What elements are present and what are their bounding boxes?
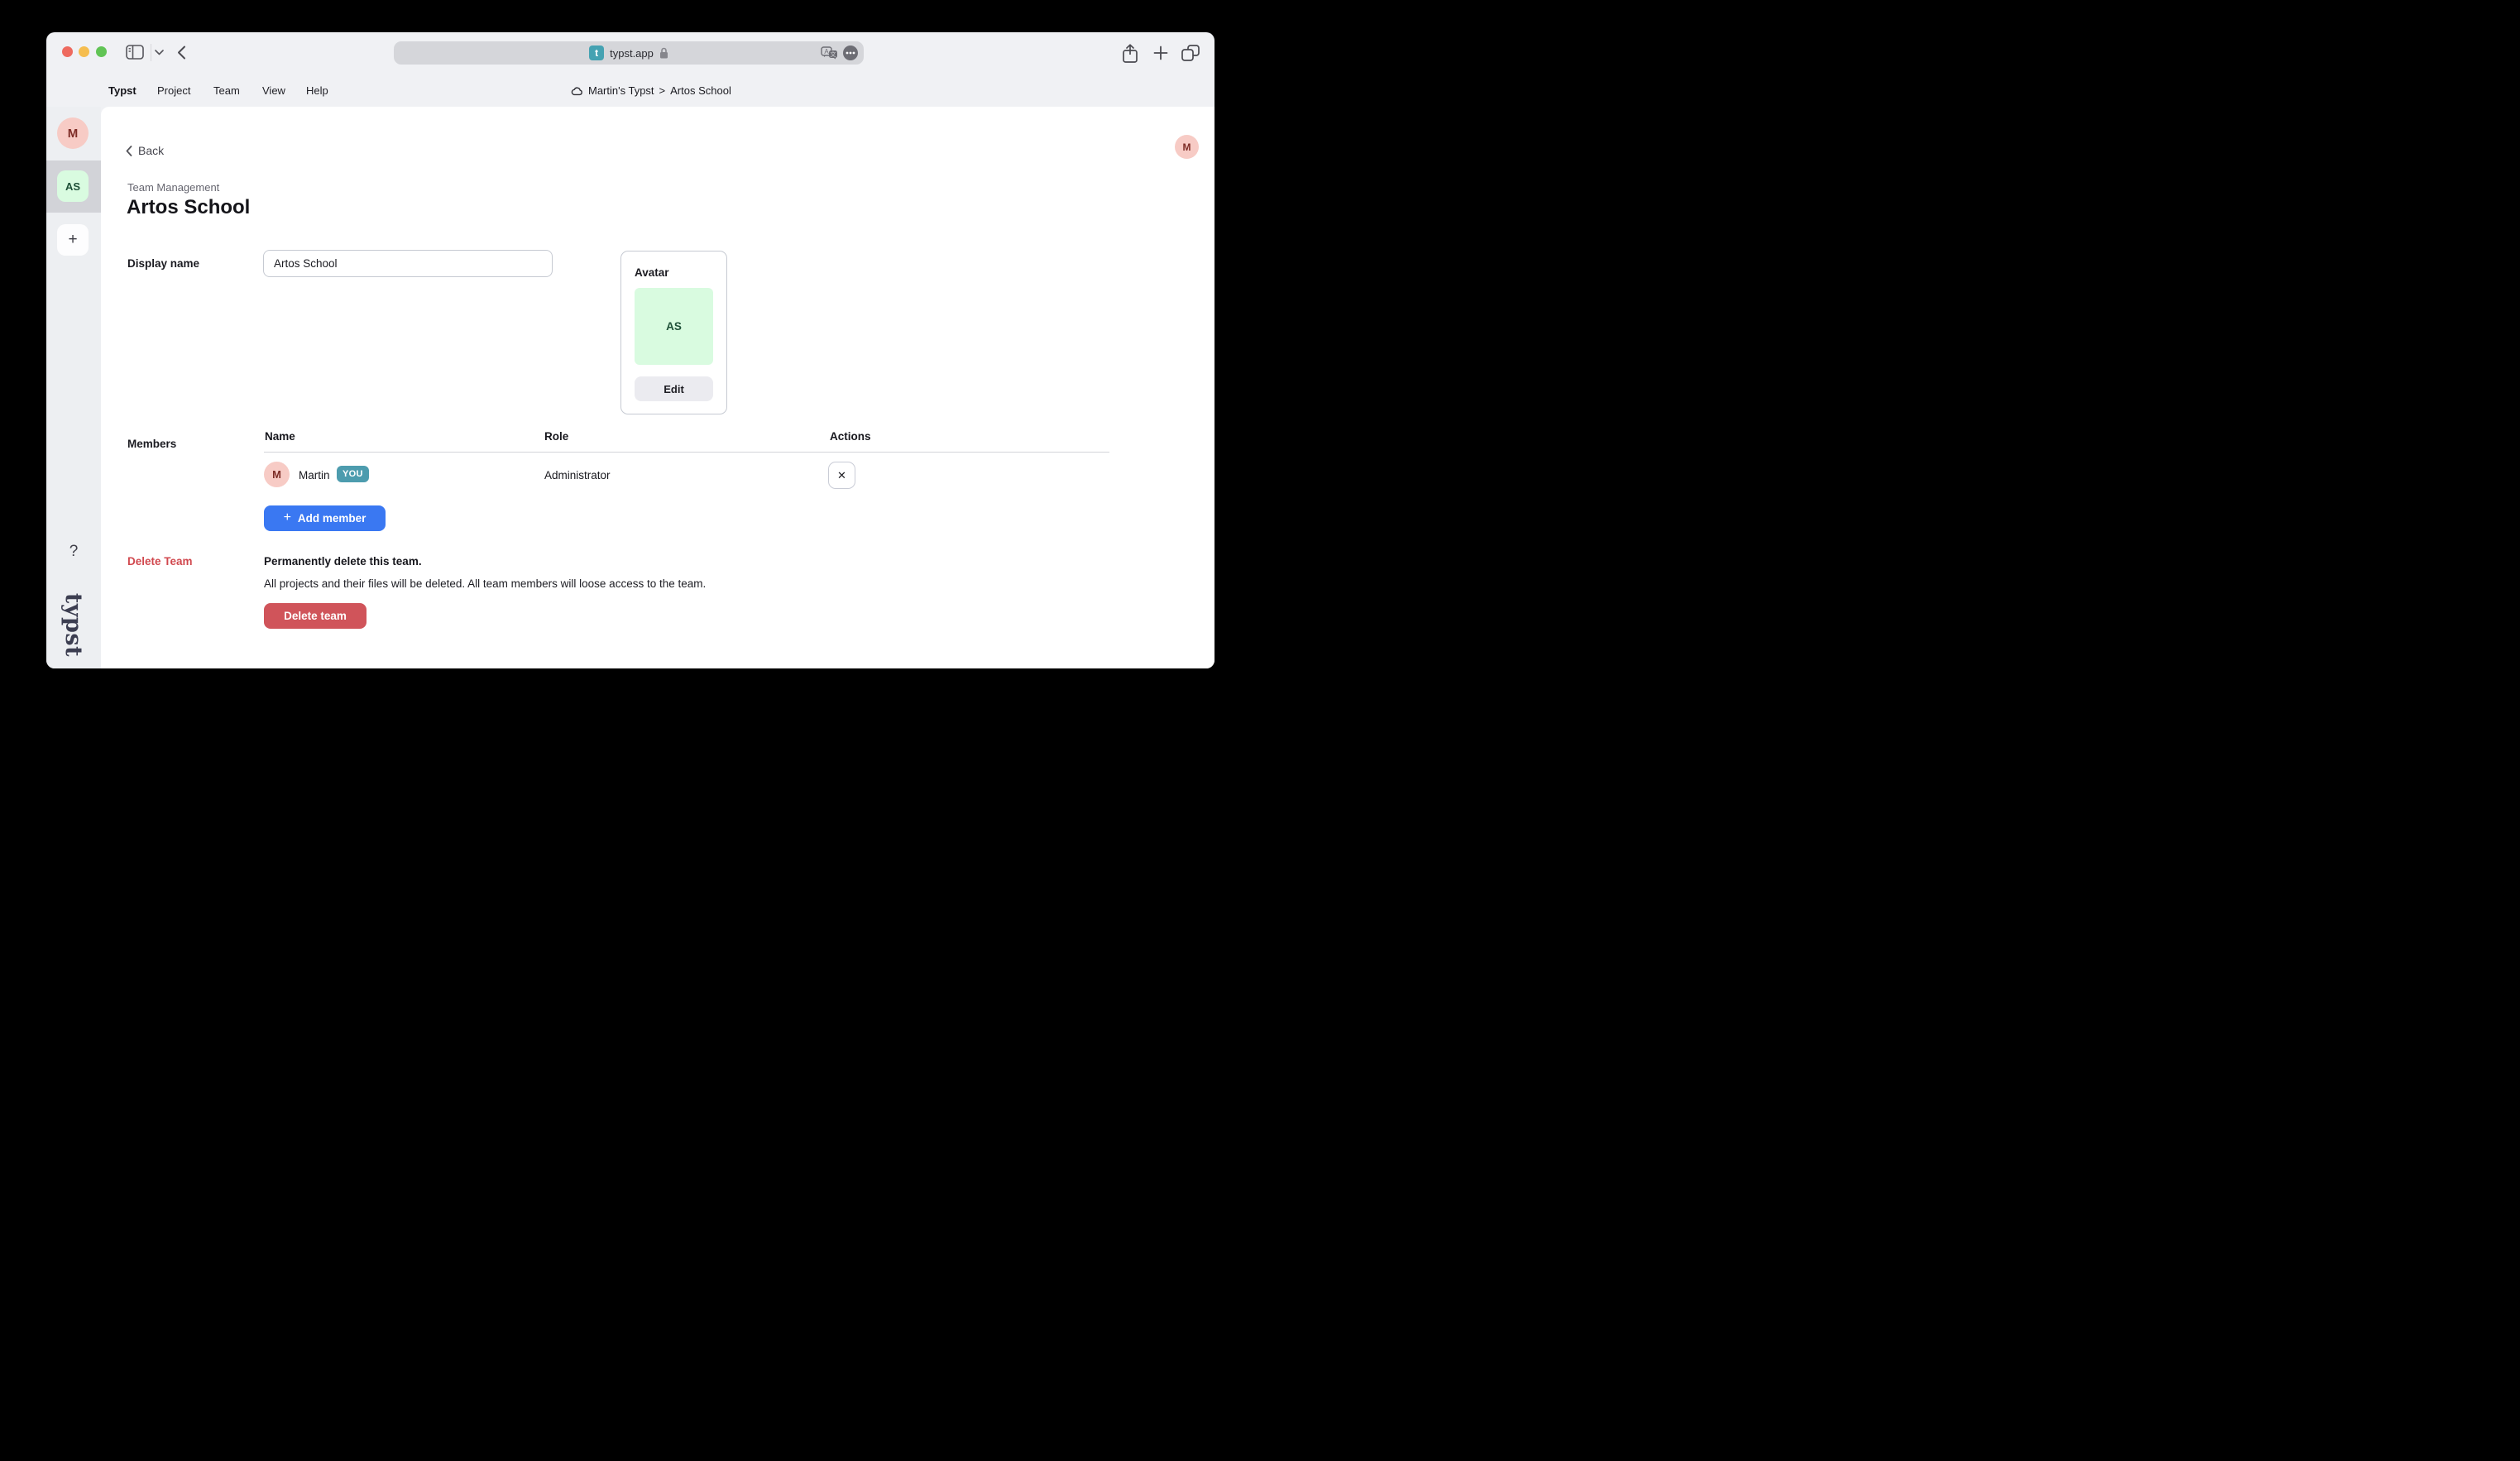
back-link[interactable]: Back (126, 144, 164, 157)
plus-icon: + (284, 510, 291, 525)
typst-logo: typst (46, 593, 101, 656)
lock-icon (659, 47, 668, 59)
add-member-button[interactable]: + Add member (264, 505, 386, 531)
site-favicon: t (589, 46, 604, 60)
close-window-button[interactable] (62, 46, 73, 57)
column-header-name: Name (265, 430, 295, 443)
page-settings-icon[interactable] (843, 46, 858, 60)
chevron-down-icon[interactable] (155, 50, 164, 55)
url-text: typst.app (610, 47, 654, 60)
team-management-page: Back Team Management Artos School Displa… (101, 107, 1214, 668)
avatar-card-label: Avatar (635, 266, 669, 279)
delete-team-button[interactable]: Delete team (264, 603, 367, 629)
translate-icon[interactable]: A 文 (821, 46, 839, 60)
page-title: Artos School (127, 196, 250, 219)
edit-avatar-button[interactable]: Edit (635, 376, 713, 401)
breadcrumb-current: Artos School (670, 84, 731, 97)
browser-back-button[interactable] (177, 46, 186, 60)
cloud-icon (570, 86, 583, 96)
workspace-selected-band: AS (46, 160, 101, 213)
svg-text:文: 文 (831, 50, 836, 58)
section-label: Team Management (127, 181, 219, 194)
delete-team-label: Delete Team (127, 555, 193, 568)
back-label: Back (138, 144, 164, 157)
browser-toolbar: t typst.app A 文 (46, 32, 1214, 74)
workspace-avatar-martin[interactable]: M (57, 117, 89, 149)
workspace-sidebar: M AS + ? typst (46, 107, 101, 668)
address-bar[interactable]: t typst.app A 文 (394, 41, 864, 65)
members-label: Members (127, 438, 176, 450)
remove-member-button[interactable]: ✕ (828, 462, 855, 489)
team-avatar: AS (635, 288, 713, 365)
chevron-left-icon (126, 146, 132, 156)
display-name-label: Display name (127, 257, 199, 270)
browser-window: t typst.app A 文 (46, 32, 1214, 668)
new-tab-icon[interactable] (1153, 46, 1168, 60)
share-icon[interactable] (1122, 43, 1138, 63)
member-avatar: M (264, 462, 290, 487)
table-header-divider (264, 452, 1109, 453)
column-header-actions: Actions (830, 430, 871, 443)
svg-text:A: A (824, 48, 829, 55)
sidebar-toggle-icon[interactable] (126, 45, 144, 60)
avatar-card: Avatar AS Edit (620, 251, 727, 414)
menu-help[interactable]: Help (306, 84, 328, 97)
breadcrumb-root[interactable]: Martin's Typst (588, 84, 654, 97)
menu-typst[interactable]: Typst (108, 84, 137, 97)
menu-view[interactable]: View (262, 84, 285, 97)
app-menubar: Typst Project Team View Help Martin's Ty… (46, 74, 1214, 107)
add-member-label: Add member (298, 512, 367, 525)
you-badge: YOU (337, 466, 369, 482)
minimize-window-button[interactable] (79, 46, 89, 57)
breadcrumb[interactable]: Martin's Typst > Artos School (570, 84, 731, 97)
delete-team-heading: Permanently delete this team. (264, 555, 422, 568)
member-name: Martin (299, 469, 330, 481)
help-icon[interactable]: ? (46, 543, 101, 561)
column-header-role: Role (544, 430, 568, 443)
delete-team-description: All projects and their files will be del… (264, 577, 706, 590)
display-name-input[interactable] (263, 250, 553, 277)
member-role: Administrator (544, 469, 611, 481)
workspace-avatar-artos-school[interactable]: AS (57, 170, 89, 202)
zoom-window-button[interactable] (96, 46, 107, 57)
close-icon: ✕ (837, 469, 846, 482)
menu-team[interactable]: Team (213, 84, 240, 97)
add-workspace-button[interactable]: + (57, 224, 89, 256)
breadcrumb-separator: > (659, 84, 666, 97)
user-avatar[interactable]: M (1175, 135, 1199, 159)
menu-project[interactable]: Project (157, 84, 190, 97)
tab-overview-icon[interactable] (1181, 45, 1200, 61)
